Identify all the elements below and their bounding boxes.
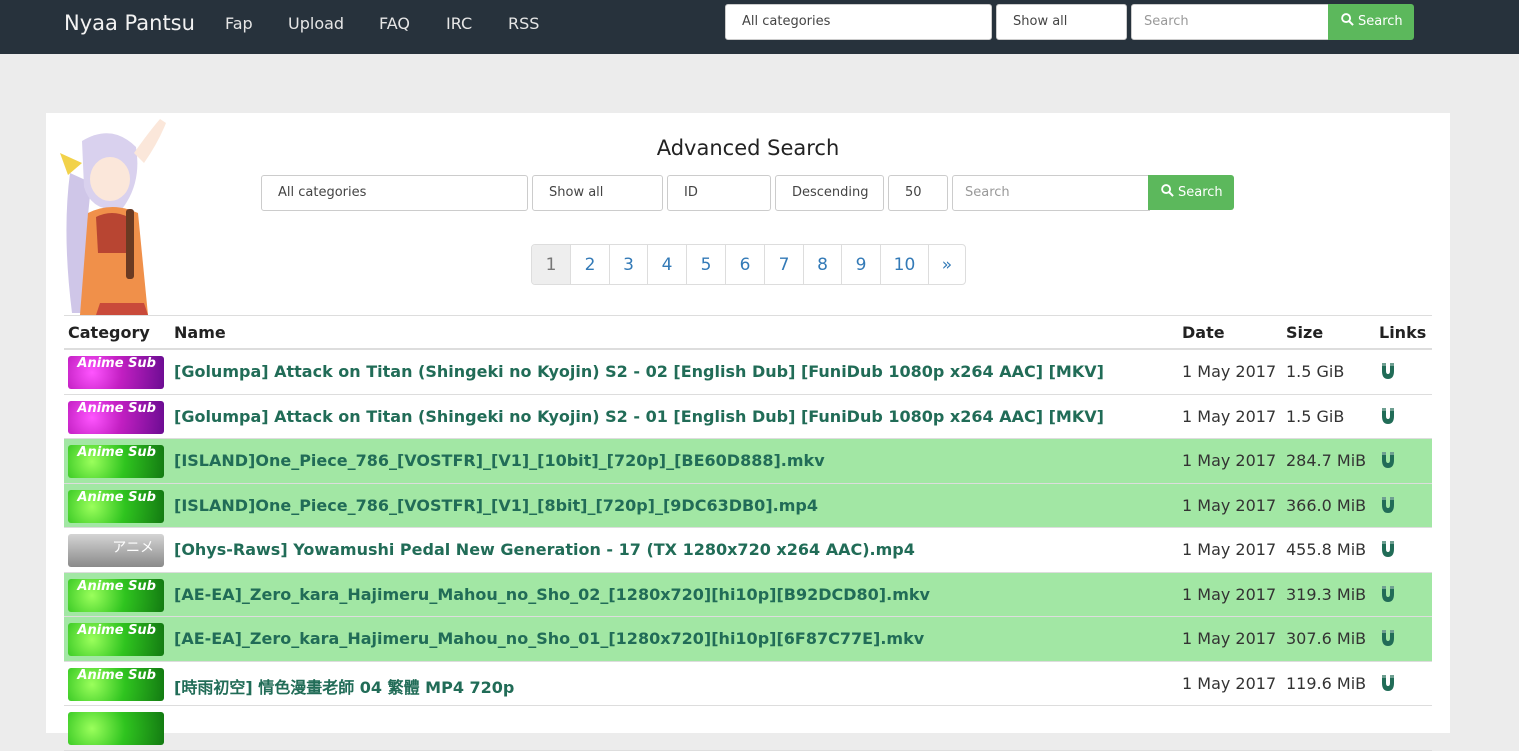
category-badge[interactable]: Anime Sub xyxy=(68,445,164,478)
nav-link-faq[interactable]: FAQ xyxy=(379,14,410,33)
torrent-name-link[interactable]: [Golumpa] Attack on Titan (Shingeki no K… xyxy=(174,407,1104,426)
adv-order-select[interactable]: Descending xyxy=(775,175,884,211)
search-icon xyxy=(1161,184,1174,197)
table-row: Anime Sub [時雨初空] 情色漫畫老師 04 繁體 MP4 720p 1… xyxy=(64,662,1432,706)
header-category[interactable]: Category xyxy=(68,323,150,342)
page-7[interactable]: 7 xyxy=(764,245,803,284)
magnet-icon[interactable] xyxy=(1380,629,1396,647)
adv-search-input[interactable]: Search xyxy=(952,175,1150,211)
adv-limit-select[interactable]: 50 xyxy=(888,175,948,211)
main-panel: Advanced Search All categories Show all … xyxy=(46,113,1450,751)
torrent-date: 1 May 2017 xyxy=(1182,362,1277,381)
category-badge[interactable]: Anime Sub xyxy=(68,489,164,523)
page-4[interactable]: 4 xyxy=(647,245,686,284)
nav-filter-select[interactable]: Show all xyxy=(996,4,1127,40)
table-header: Category Name Date Size Links xyxy=(64,315,1432,350)
torrent-name-link[interactable]: [ISLAND]One_Piece_786_[VOSTFR]_[V1]_[10b… xyxy=(174,451,825,470)
adv-search-button[interactable]: Search xyxy=(1148,175,1234,210)
category-badge[interactable]: Anime Sub xyxy=(68,578,164,612)
table-row: Anime Sub [AE-EA]_Zero_kara_Hajimeru_Mah… xyxy=(64,617,1432,662)
category-badge[interactable]: アニメ xyxy=(68,534,164,567)
torrent-date: 1 May 2017 xyxy=(1182,495,1277,515)
page-3[interactable]: 3 xyxy=(609,245,647,284)
top-navbar: Nyaa Pantsu Fap Upload FAQ IRC RSS All c… xyxy=(0,0,1519,54)
page-9[interactable]: 9 xyxy=(841,245,880,284)
magnet-icon[interactable] xyxy=(1380,496,1396,514)
torrent-size: 319.3 MiB xyxy=(1286,584,1367,604)
magnet-icon[interactable] xyxy=(1380,451,1396,469)
page-2[interactable]: 2 xyxy=(570,245,609,284)
table-row: Anime Sub [AE-EA]_Zero_kara_Hajimeru_Mah… xyxy=(64,572,1432,617)
torrent-date: 1 May 2017 xyxy=(1182,406,1277,426)
torrent-date: 1 May 2017 xyxy=(1182,673,1277,693)
magnet-icon[interactable] xyxy=(1380,362,1396,380)
category-badge[interactable]: Anime Sub xyxy=(68,356,164,389)
magnet-icon[interactable] xyxy=(1380,407,1396,425)
torrent-size: 1.5 GiB xyxy=(1286,362,1345,381)
torrent-size: 307.6 MiB xyxy=(1286,629,1367,648)
category-badge[interactable] xyxy=(68,712,164,745)
torrent-size: 455.8 MiB xyxy=(1286,540,1367,559)
pagination: 1 2 3 4 5 6 7 8 9 10 » xyxy=(531,244,966,285)
adv-filter-select[interactable]: Show all xyxy=(532,175,663,211)
table-row: Anime Sub [ISLAND]One_Piece_786_[VOSTFR]… xyxy=(64,439,1432,484)
brand-logo[interactable]: Nyaa Pantsu xyxy=(64,11,195,35)
torrent-date: 1 May 2017 xyxy=(1182,584,1277,604)
torrent-date: 1 May 2017 xyxy=(1182,451,1277,470)
torrent-name-link[interactable]: [ISLAND]One_Piece_786_[VOSTFR]_[V1]_[8bi… xyxy=(174,496,818,515)
category-badge[interactable]: Anime Sub xyxy=(68,623,164,656)
nav-category-select[interactable]: All categories xyxy=(725,4,992,40)
torrent-date: 1 May 2017 xyxy=(1182,540,1277,559)
page-1[interactable]: 1 xyxy=(532,245,570,284)
magnet-icon[interactable] xyxy=(1380,540,1396,558)
table-row: Anime Sub [Golumpa] Attack on Titan (Shi… xyxy=(64,395,1432,439)
table-row: Anime Sub [ISLAND]One_Piece_786_[VOSTFR]… xyxy=(64,483,1432,528)
torrent-name-link[interactable]: [AE-EA]_Zero_kara_Hajimeru_Mahou_no_Sho_… xyxy=(174,629,924,648)
page-10[interactable]: 10 xyxy=(880,245,928,284)
magnet-icon[interactable] xyxy=(1380,585,1396,603)
nav-search-button[interactable]: Search xyxy=(1328,4,1414,40)
table-row: Anime Sub [Golumpa] Attack on Titan (Shi… xyxy=(64,350,1432,395)
torrent-name-link[interactable]: [Ohys-Raws] Yowamushi Pedal New Generati… xyxy=(174,540,915,559)
search-icon xyxy=(1341,13,1354,26)
adv-sort-select[interactable]: ID xyxy=(667,175,771,211)
torrent-date: 1 May 2017 xyxy=(1182,629,1277,648)
nav-link-upload[interactable]: Upload xyxy=(288,14,344,33)
adv-search-button-label: Search xyxy=(1178,185,1223,200)
nav-link-irc[interactable]: IRC xyxy=(446,14,472,33)
header-name[interactable]: Name xyxy=(174,323,226,342)
torrent-size: 366.0 MiB xyxy=(1286,495,1367,515)
table-row: アニメ [Ohys-Raws] Yowamushi Pedal New Gene… xyxy=(64,528,1432,573)
torrent-size: 119.6 MiB xyxy=(1286,673,1367,693)
header-size[interactable]: Size xyxy=(1286,323,1323,342)
torrent-table: Category Name Date Size Links Anime Sub … xyxy=(64,315,1432,751)
category-badge[interactable]: Anime Sub xyxy=(68,667,164,701)
torrent-name-link[interactable]: [時雨初空] 情色漫畫老師 04 繁體 MP4 720p xyxy=(174,674,514,698)
category-badge[interactable]: Anime Sub xyxy=(68,400,164,434)
nav-search-input[interactable]: Search xyxy=(1131,4,1329,40)
advanced-search-title: Advanced Search xyxy=(656,136,840,160)
page-5[interactable]: 5 xyxy=(686,245,725,284)
adv-category-select[interactable]: All categories xyxy=(261,175,528,211)
magnet-icon[interactable] xyxy=(1380,674,1396,692)
nav-search-button-label: Search xyxy=(1358,14,1403,29)
header-links: Links xyxy=(1379,323,1427,342)
header-date[interactable]: Date xyxy=(1182,323,1225,342)
nav-link-fap[interactable]: Fap xyxy=(225,14,253,33)
page-8[interactable]: 8 xyxy=(803,245,841,284)
page-6[interactable]: 6 xyxy=(725,245,764,284)
torrent-size: 284.7 MiB xyxy=(1286,451,1367,470)
nav-link-rss[interactable]: RSS xyxy=(508,14,539,33)
page-next[interactable]: » xyxy=(928,245,965,284)
table-row xyxy=(64,706,1432,751)
torrent-name-link[interactable]: [AE-EA]_Zero_kara_Hajimeru_Mahou_no_Sho_… xyxy=(174,585,930,604)
torrent-size: 1.5 GiB xyxy=(1286,406,1345,426)
torrent-name-link[interactable]: [Golumpa] Attack on Titan (Shingeki no K… xyxy=(174,362,1104,381)
